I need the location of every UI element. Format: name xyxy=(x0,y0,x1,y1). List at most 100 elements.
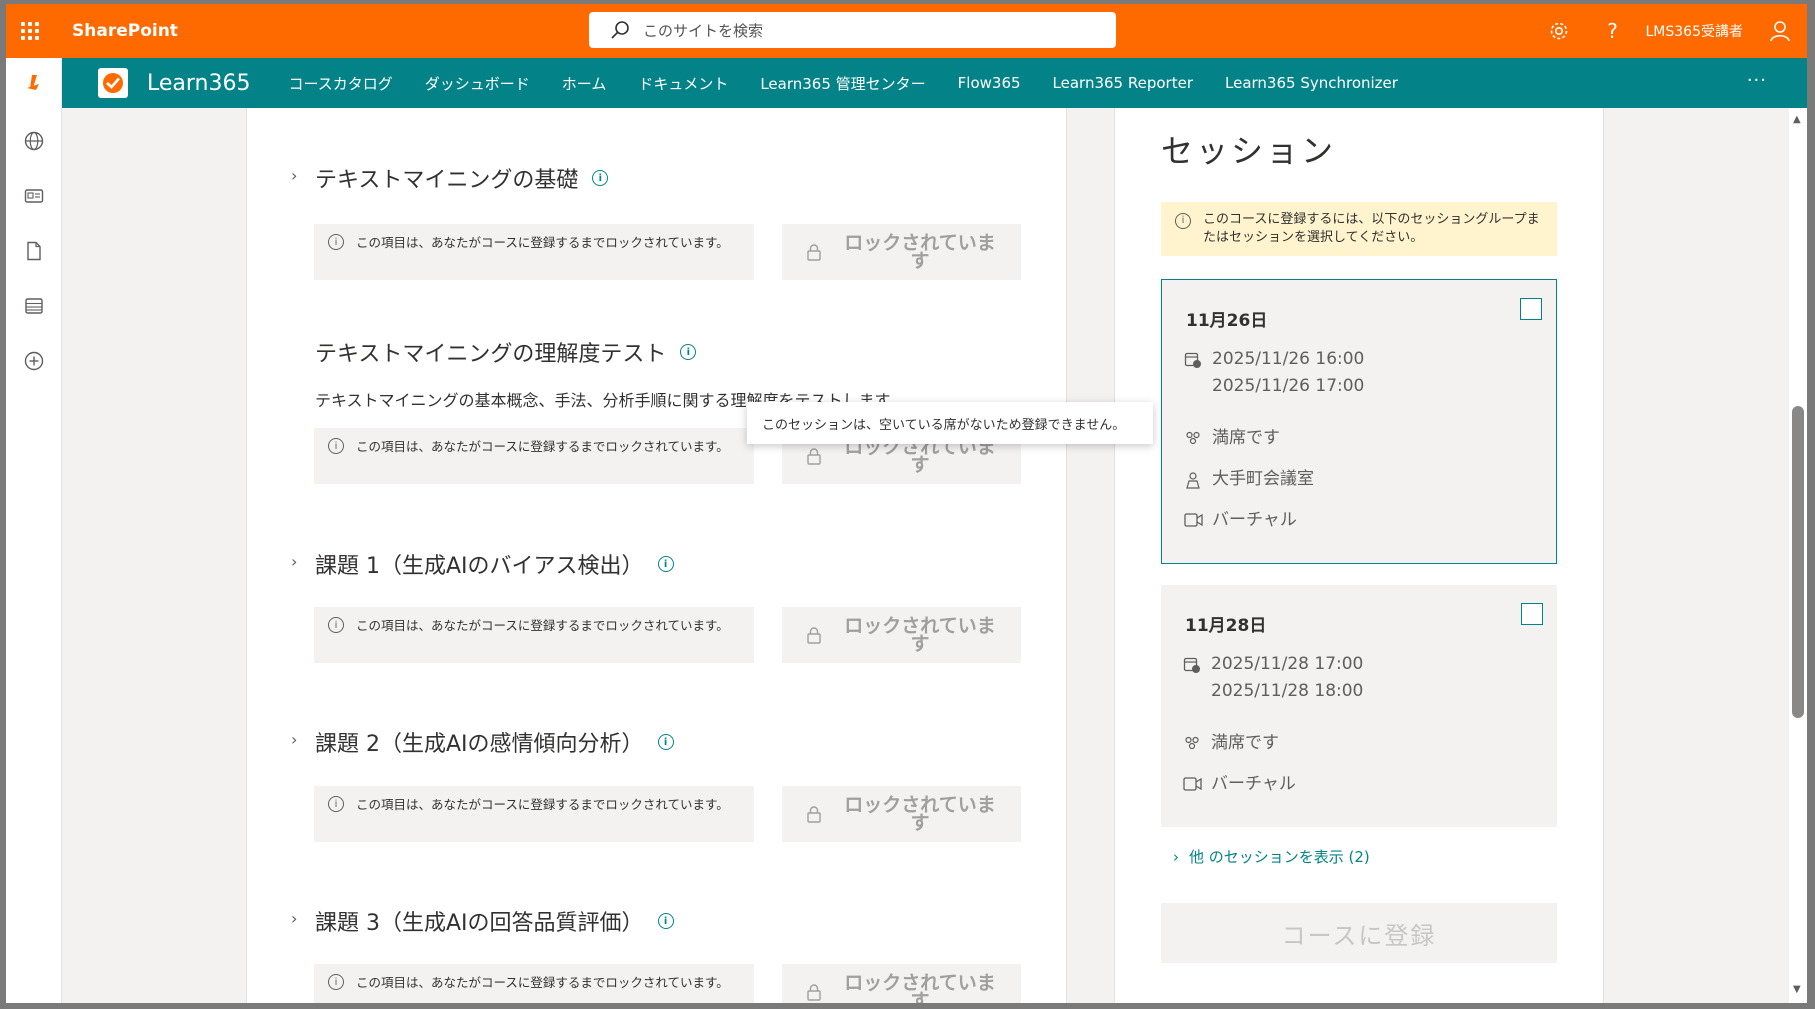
document-icon xyxy=(27,241,41,260)
video-icon xyxy=(1184,512,1212,528)
lock-icon xyxy=(807,627,821,644)
help-button[interactable]: ? xyxy=(1586,4,1640,58)
session-location-text: 大手町会議室 xyxy=(1212,469,1314,489)
session-location: 大手町会議室 xyxy=(1184,466,1314,493)
session-checkbox[interactable] xyxy=(1521,603,1543,625)
rail-document-button[interactable] xyxy=(6,223,62,278)
content-item-title[interactable]: 課題 1（生成AIのバイアス検出） i xyxy=(315,548,674,580)
locked-message: i この項目は、あなたがコースに登録するまでロックされています。 xyxy=(314,224,754,280)
locked-message-text: この項目は、あなたがコースに登録するまでロックされています。 xyxy=(356,618,729,633)
expand-chevron-icon[interactable]: › xyxy=(291,909,297,928)
session-status-text: 満席です xyxy=(1211,733,1279,753)
site-search-box[interactable]: このサイトを検索 xyxy=(589,12,1116,48)
session-card[interactable]: 11月28日 2025/11/28 17:00 2025/11/28 18:00 xyxy=(1161,585,1557,827)
content-item-title[interactable]: 課題 3（生成AIの回答品質評価） i xyxy=(315,905,674,937)
search-placeholder: このサイトを検索 xyxy=(643,21,764,40)
locked-button: ロックされています xyxy=(782,224,1021,280)
hub-link-home[interactable]: ホーム xyxy=(562,73,607,94)
locked-button: ロックされています xyxy=(782,607,1021,663)
lock-icon xyxy=(807,984,821,1001)
locked-message: i この項目は、あなたがコースに登録するまでロックされています。 xyxy=(314,607,754,663)
info-icon[interactable]: i xyxy=(657,913,674,929)
sharepoint-brand[interactable]: SharePoint xyxy=(72,21,178,41)
people-icon xyxy=(1184,430,1212,448)
chevron-right-icon: › xyxy=(1173,847,1179,866)
gear-icon xyxy=(1550,22,1567,40)
app-launcher-button[interactable] xyxy=(6,4,54,58)
scroll-down-arrow-icon[interactable]: ▼ xyxy=(1793,984,1801,995)
item-title-text: 課題 1（生成AIのバイアス検出） xyxy=(315,554,644,579)
hub-link-dashboard[interactable]: ダッシュボード xyxy=(425,73,530,94)
sessions-panel: セッション i このコースに登録するには、以下のセッショングループまたはセッショ… xyxy=(1114,108,1604,1003)
info-icon[interactable]: i xyxy=(657,556,674,572)
hub-link-admin-center[interactable]: Learn365 管理センター xyxy=(760,73,925,94)
session-type-text: バーチャル xyxy=(1212,510,1297,530)
list-icon xyxy=(25,297,43,314)
item-title-text: 課題 3（生成AIの回答品質評価） xyxy=(315,911,644,936)
locked-message: i この項目は、あなたがコースに登録するまでロックされています。 xyxy=(314,428,754,484)
locked-button: ロックされています xyxy=(782,964,1021,1003)
session-checkbox[interactable] xyxy=(1520,298,1542,320)
info-icon[interactable]: i xyxy=(657,734,674,750)
expand-chevron-icon[interactable]: › xyxy=(291,166,297,185)
hub-link-synchronizer[interactable]: Learn365 Synchronizer xyxy=(1225,74,1398,92)
session-start: 2025/11/26 16:00 xyxy=(1212,349,1365,369)
question-icon: ? xyxy=(1607,19,1618,43)
lock-icon xyxy=(807,806,821,823)
locked-label: ロックされています xyxy=(844,232,996,272)
session-card[interactable]: 11月26日 2025/11/26 16:00 2025/11/26 17:00 xyxy=(1161,279,1557,564)
vertical-scrollbar[interactable]: ▲ ▼ xyxy=(1789,108,1807,1003)
calendar-clock-icon xyxy=(1184,351,1212,369)
hub-link-course-catalog[interactable]: コースカタログ xyxy=(288,73,392,94)
location-person-icon xyxy=(1184,471,1212,489)
hub-link-reporter[interactable]: Learn365 Reporter xyxy=(1053,74,1193,92)
scroll-up-arrow-icon[interactable]: ▲ xyxy=(1793,114,1801,125)
locked-message-text: この項目は、あなたがコースに登録するまでロックされています。 xyxy=(356,235,729,250)
info-icon[interactable]: i xyxy=(592,170,609,186)
settings-button[interactable] xyxy=(1532,4,1586,58)
item-title-text: テキストマイニングの理解度テスト xyxy=(315,342,667,367)
content-item-title[interactable]: テキストマイニングの基礎 i xyxy=(315,162,609,194)
lock-icon xyxy=(807,448,821,465)
suite-right-actions: ? LMS365受講者 xyxy=(1532,4,1808,58)
session-type: バーチャル xyxy=(1184,507,1297,534)
rail-list-button[interactable] xyxy=(6,278,62,333)
register-course-button[interactable]: コースに登録 xyxy=(1161,903,1557,963)
add-circle-icon xyxy=(24,351,44,370)
session-notice-text: このコースに登録するには、以下のセッショングループまたはセッションを選択してくだ… xyxy=(1203,212,1540,245)
course-content-panel: › テキストマイニングの基礎 i i この項目は、あなたがコースに登録するまでロ… xyxy=(246,108,1067,1003)
suite-bar: SharePoint このサイトを検索 ? LMS365受講者 xyxy=(6,4,1807,58)
expand-chevron-icon[interactable]: › xyxy=(291,552,297,571)
info-icon: i xyxy=(328,438,344,454)
globe-icon xyxy=(24,131,44,150)
content-item-title[interactable]: 課題 2（生成AIの感情傾向分析） i xyxy=(315,726,674,758)
locked-message-text: この項目は、あなたがコースに登録するまでロックされています。 xyxy=(356,975,729,990)
info-icon: i xyxy=(328,617,344,633)
news-icon xyxy=(24,188,44,203)
info-icon: i xyxy=(1175,213,1191,229)
rail-news-button[interactable] xyxy=(6,168,62,223)
hub-site-title[interactable]: Learn365 xyxy=(147,71,250,96)
hub-link-flow365[interactable]: Flow365 xyxy=(958,74,1021,92)
app-window: SharePoint このサイトを検索 ? LMS365受講者 Learn365… xyxy=(6,4,1807,1003)
scrollbar-thumb[interactable] xyxy=(1792,406,1804,718)
show-more-sessions-link[interactable]: › 他 のセッションを表示 (2) xyxy=(1173,846,1370,867)
hub-link-documents[interactable]: ドキュメント xyxy=(638,73,728,94)
lock-icon xyxy=(807,244,821,261)
sofia-logo-button[interactable] xyxy=(6,58,62,113)
session-date: 11月28日 xyxy=(1185,616,1267,636)
session-notice: i このコースに登録するには、以下のセッショングループまたはセッションを選択して… xyxy=(1161,202,1557,256)
user-name[interactable]: LMS365受講者 xyxy=(1646,21,1744,41)
hub-navigation: Learn365 コースカタログ ダッシュボード ホーム ドキュメント Lear… xyxy=(62,58,1807,108)
more-options-button[interactable]: ··· xyxy=(1747,70,1767,91)
left-app-rail xyxy=(6,58,62,1003)
account-button[interactable] xyxy=(1753,4,1807,58)
content-item-title[interactable]: テキストマイニングの理解度テスト i xyxy=(315,336,697,368)
person-icon xyxy=(1770,21,1790,42)
rail-globe-button[interactable] xyxy=(6,113,62,168)
locked-message-text: この項目は、あなたがコースに登録するまでロックされています。 xyxy=(356,439,729,454)
info-icon[interactable]: i xyxy=(680,344,697,360)
expand-chevron-icon[interactable]: › xyxy=(291,730,297,749)
video-icon xyxy=(1183,776,1211,792)
rail-create-button[interactable] xyxy=(6,333,62,388)
